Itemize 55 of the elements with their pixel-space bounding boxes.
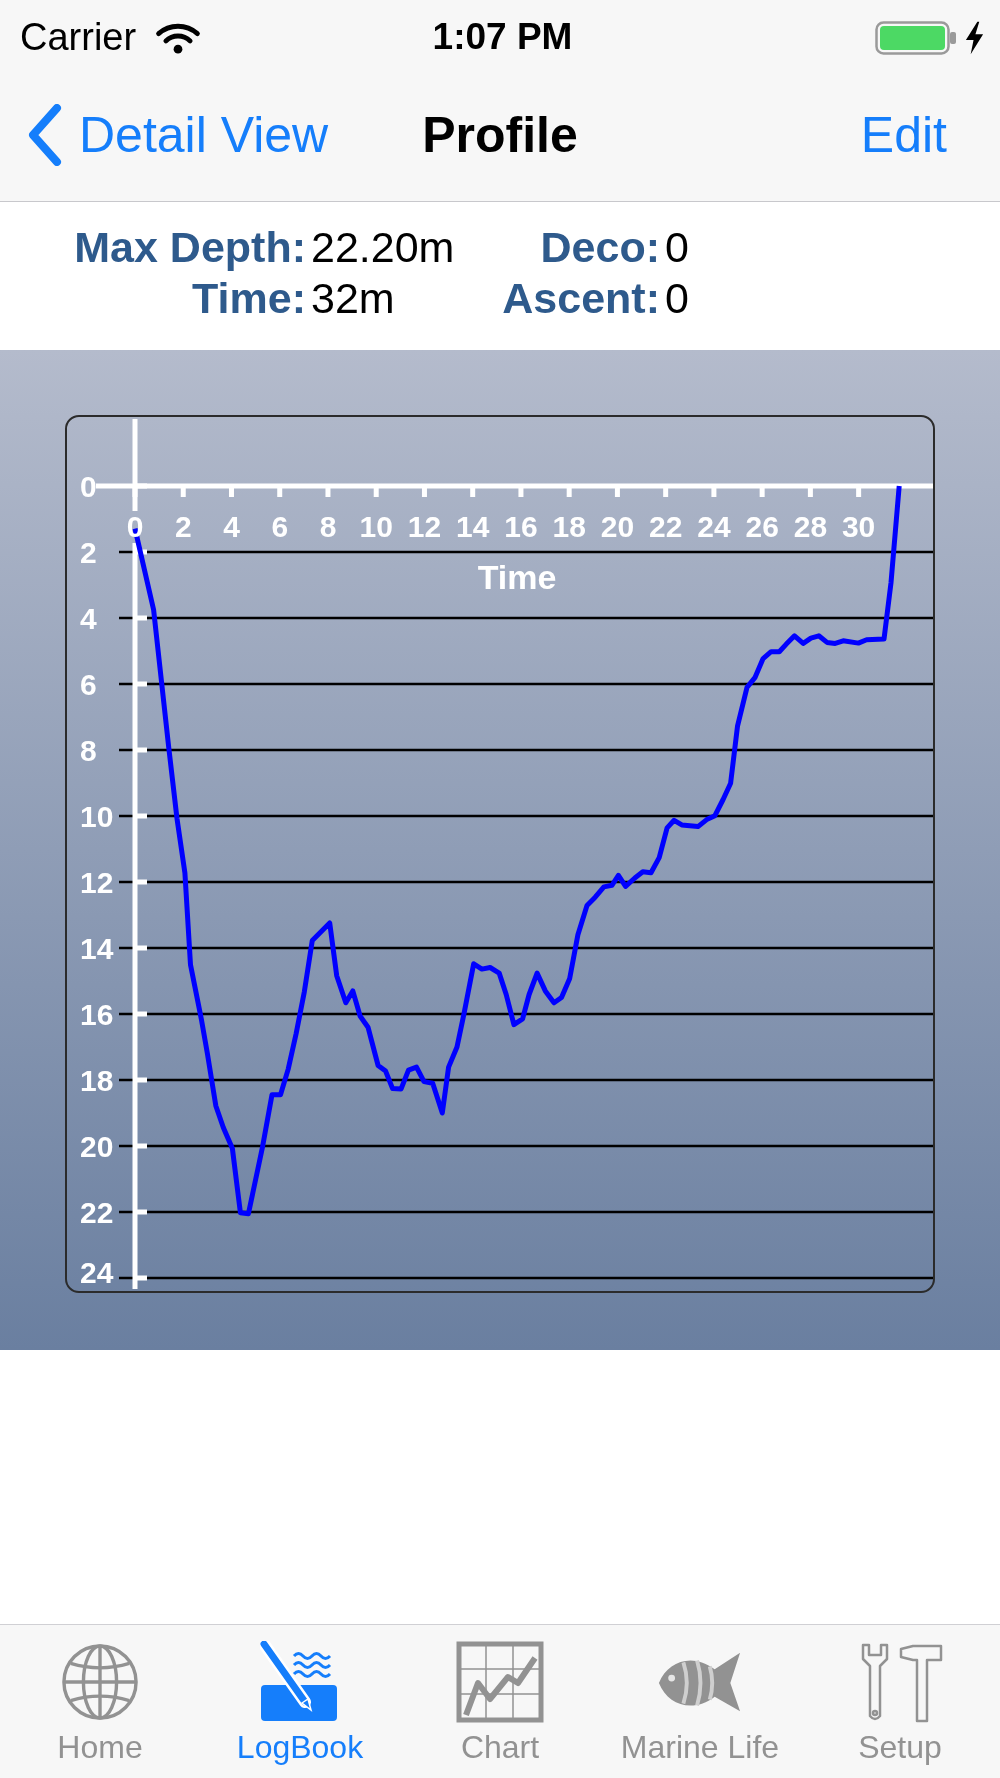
battery-icon xyxy=(875,20,957,55)
y-tick-label: 6 xyxy=(80,668,97,701)
nav-title: Profile xyxy=(422,106,578,165)
y-tick-label: 12 xyxy=(80,866,114,899)
x-tick-label: 16 xyxy=(504,510,538,543)
x-tick-label: 10 xyxy=(359,510,393,543)
tab[interactable]: Chart xyxy=(400,1625,600,1778)
tab[interactable]: Setup xyxy=(800,1625,1000,1778)
stat-value: 0 xyxy=(664,222,689,273)
x-tick-label: 20 xyxy=(600,510,635,543)
x-tick-label: 24 xyxy=(697,510,731,543)
stat-label: Deco: xyxy=(540,222,660,273)
x-tick-label: 30 xyxy=(841,510,876,543)
y-tick-label: 2 xyxy=(80,536,97,569)
y-tick-label: 20 xyxy=(80,1130,114,1163)
tab[interactable]: LogBook xyxy=(200,1625,400,1778)
y-tick-label: 16 xyxy=(80,998,114,1031)
globe-icon xyxy=(61,1641,139,1723)
x-tick-label: 28 xyxy=(793,510,828,543)
stat-label: Max Depth: xyxy=(74,222,306,273)
charging-bolt-icon xyxy=(964,20,985,55)
y-tick-label: 24 xyxy=(80,1256,114,1289)
wifi-icon xyxy=(155,21,202,54)
stat-value: 32m xyxy=(310,273,395,324)
x-tick-label: 22 xyxy=(649,510,683,543)
tab[interactable]: Home xyxy=(0,1625,200,1778)
edit-button[interactable]: Edit xyxy=(860,105,947,165)
x-tick-label: 18 xyxy=(552,510,586,543)
x-tick-label: 4 xyxy=(223,510,240,543)
tab[interactable]: Marine Life xyxy=(600,1625,800,1778)
x-tick-label: 0 xyxy=(126,510,144,543)
status-time: 1:07 PM xyxy=(432,17,573,58)
x-tick-label: 12 xyxy=(407,510,442,543)
back-button[interactable]: Detail View xyxy=(27,104,329,166)
x-tick-label: 14 xyxy=(456,510,490,543)
x-tick-label: 6 xyxy=(271,510,289,543)
carrier-name: Carrier xyxy=(20,16,137,59)
line-chart-icon xyxy=(456,1641,544,1723)
y-tick-label: 18 xyxy=(80,1064,114,1097)
x-tick-label: 2 xyxy=(174,510,192,543)
y-tick-label: 10 xyxy=(80,800,114,833)
stat-value: 0 xyxy=(664,273,689,324)
x-tick-label: 26 xyxy=(745,510,779,543)
y-tick-label: 22 xyxy=(80,1196,114,1229)
pen-and-waves-icon xyxy=(260,1641,340,1723)
stat-label: Ascent: xyxy=(502,273,660,324)
stat-value: 22.20m xyxy=(310,222,455,273)
y-tick-label: 4 xyxy=(80,602,97,635)
stat-label: Time: xyxy=(192,273,306,324)
y-tick-label: 14 xyxy=(80,932,114,965)
x-axis-title: Time xyxy=(477,558,557,596)
x-tick-label: 8 xyxy=(319,510,337,543)
y-tick-label: 8 xyxy=(80,734,97,767)
chevron-left-icon xyxy=(27,104,63,166)
y-tick-label: 0 xyxy=(80,470,97,503)
